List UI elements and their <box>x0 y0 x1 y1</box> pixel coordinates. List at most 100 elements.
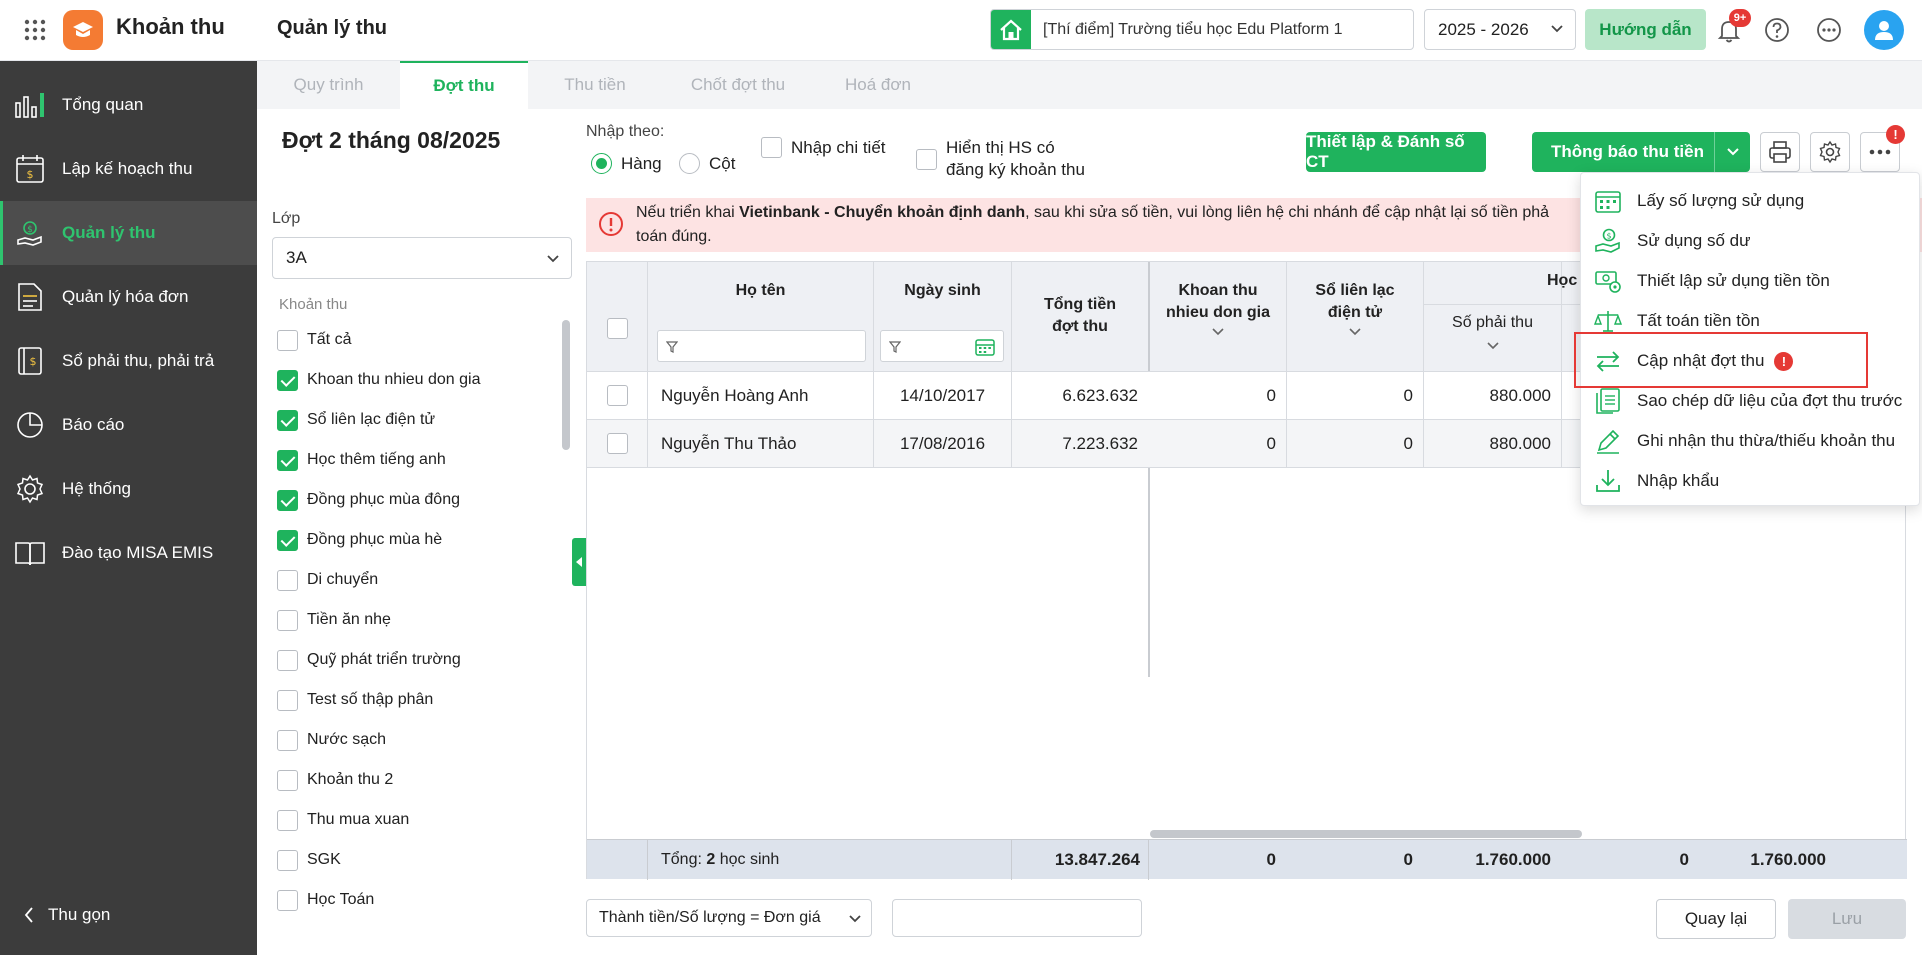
radio-row[interactable]: Hàng <box>591 153 662 174</box>
hand-money-icon: $ <box>12 215 48 251</box>
menu-item-get-quantity[interactable]: Lấy số lượng sử dụng <box>1581 181 1921 221</box>
sidebar-item-ledger[interactable]: $ Sổ phải thu, phải trả <box>0 329 257 393</box>
horizontal-scrollbar[interactable] <box>1150 830 1582 838</box>
fee-item[interactable]: Tiền ăn nhẹ <box>277 600 391 640</box>
tab-collect[interactable]: Thu tiền <box>528 61 662 109</box>
guide-button[interactable]: Hướng dẫn <box>1585 9 1706 50</box>
alert-text: Nếu triển khai Vietinbank - Chuyển khoản… <box>636 201 1549 249</box>
notify-dropdown[interactable] <box>1714 132 1750 172</box>
fee-item[interactable]: Nước sạch <box>277 720 386 760</box>
more-options-icon[interactable] <box>1815 16 1843 44</box>
caret-left-icon <box>575 557 582 567</box>
settings-button[interactable] <box>1810 132 1850 172</box>
menu-item-use-balance[interactable]: $ Sử dụng số dư <box>1581 221 1921 261</box>
menu-item-record-over-under[interactable]: Ghi nhận thu thừa/thiếu khoản thu <box>1581 421 1921 461</box>
cell-dob: 14/10/2017 <box>899 386 986 405</box>
app-grid-icon[interactable] <box>24 19 46 41</box>
cell-name: Nguyễn Hoàng Anh <box>661 386 809 405</box>
row-checkbox[interactable] <box>607 385 628 406</box>
fee-label: Di chuyển <box>307 571 379 588</box>
setup-button[interactable]: Thiết lập & Đánh số CT <box>1306 132 1486 172</box>
tab-close-batch[interactable]: Chốt đợt thu <box>662 61 814 109</box>
header-dob[interactable]: Ngày sinh <box>874 280 1011 302</box>
footer-payable: 1.760.000 <box>1475 850 1551 869</box>
sidebar: Tổng quan $ Lập kế hoạch thu $ Quản lý t… <box>0 61 257 955</box>
fee-item[interactable]: Học thêm tiếng anh <box>277 440 446 480</box>
print-button[interactable] <box>1760 132 1800 172</box>
sidebar-item-report[interactable]: Báo cáo <box>0 393 257 457</box>
tab-batch[interactable]: Đợt thu <box>400 61 528 109</box>
header-total[interactable]: Tổng tiền đợt thu <box>1012 294 1148 338</box>
menu-label: Sao chép dữ liệu của đợt thu trước <box>1637 391 1903 410</box>
cell-payable[interactable]: 880.000 <box>1424 372 1561 420</box>
fee-item[interactable]: Quỹ phát triển trường <box>277 640 461 680</box>
download-icon <box>1593 466 1623 496</box>
header-sll[interactable]: Sổ liên lạc điện tử <box>1287 280 1423 336</box>
fee-item[interactable]: Thu mua xuan <box>277 800 409 840</box>
sidebar-item-system[interactable]: Hệ thống <box>0 457 257 521</box>
name-filter-input[interactable] <box>657 330 866 362</box>
class-select[interactable]: 3A <box>272 237 572 279</box>
cell-total[interactable]: 7.223.632 <box>1012 420 1148 468</box>
cell-sll[interactable]: 0 <box>1287 372 1423 420</box>
menu-item-setup-carryover[interactable]: Thiết lập sử dụng tiền tồn <box>1581 261 1921 301</box>
help-icon[interactable] <box>1763 16 1791 44</box>
fee-item[interactable]: Học Toán <box>277 880 374 920</box>
formula-input[interactable] <box>892 899 1142 937</box>
fee-item[interactable]: Di chuyển <box>277 560 378 600</box>
notify-button[interactable]: Thông báo thu tiền <box>1532 132 1750 172</box>
sidebar-item-invoice[interactable]: Quản lý hóa đơn <box>0 265 257 329</box>
school-icon <box>991 10 1031 49</box>
table-footer: Tổng: 2 học sinh 13.847.264 0 0 1.760.00… <box>587 839 1907 880</box>
collapse-button[interactable]: Thu gọn <box>24 905 110 925</box>
fee-item[interactable]: SGK <box>277 840 341 880</box>
panel-toggle-handle[interactable] <box>572 538 586 586</box>
cell-sll[interactable]: 0 <box>1287 420 1423 468</box>
sidebar-item-training[interactable]: Đào tạo MISA EMIS <box>0 521 257 585</box>
fee-checkbox <box>277 409 298 431</box>
save-button[interactable]: Lưu <box>1788 899 1906 939</box>
fee-item[interactable]: Đồng phục mùa đông <box>277 480 460 520</box>
cell-multi[interactable]: 0 <box>1150 420 1286 468</box>
fee-label: Khoản thu 2 <box>307 771 394 788</box>
fee-item[interactable]: Test số thập phân <box>277 680 433 720</box>
sidebar-item-plan[interactable]: $ Lập kế hoạch thu <box>0 137 257 201</box>
calendar-icon[interactable] <box>975 338 995 356</box>
cash-settings-icon <box>1593 266 1623 296</box>
fee-item[interactable]: Đồng phục mùa hè <box>277 520 442 560</box>
back-button[interactable]: Quay lại <box>1656 899 1776 939</box>
fee-label: Khoan thu nhieu don gia <box>307 371 481 388</box>
year-select[interactable]: 2025 - 2026 <box>1424 9 1576 50</box>
menu-item-import[interactable]: Nhập khẩu <box>1581 461 1921 501</box>
cell-multi[interactable]: 0 <box>1150 372 1286 420</box>
row-checkbox[interactable] <box>607 433 628 454</box>
fee-scrollbar[interactable] <box>562 320 570 450</box>
tab-invoice[interactable]: Hoá đơn <box>814 61 942 109</box>
tab-workflow[interactable]: Quy trình <box>257 61 400 109</box>
detail-checkbox[interactable]: Nhập chi tiết <box>761 137 886 158</box>
sidebar-item-manage[interactable]: $ Quản lý thu <box>0 201 257 265</box>
footer-suffix: học sinh <box>719 851 780 868</box>
show-hs-checkbox[interactable]: Hiển thị HS có đăng ký khoản thu <box>916 137 1085 181</box>
fee-item[interactable]: Sổ liên lạc điện tử <box>277 400 435 440</box>
fee-item[interactable]: Khoan thu nhieu don gia <box>277 360 480 400</box>
sidebar-item-label: Hệ thống <box>62 479 131 498</box>
header-multi[interactable]: Khoan thu nhieu don gia <box>1150 280 1286 336</box>
alert-prefix: Nếu triển khai <box>636 204 740 221</box>
header-payable[interactable]: Số phải thu <box>1424 312 1561 350</box>
header-name[interactable]: Họ tên <box>648 280 873 302</box>
dob-filter-input[interactable] <box>880 330 1004 362</box>
fee-item[interactable]: Khoản thu 2 <box>277 760 393 800</box>
fee-item[interactable]: Tất cả <box>277 320 351 360</box>
sidebar-item-overview[interactable]: Tổng quan <box>0 73 257 137</box>
chevron-left-icon <box>24 907 33 923</box>
fee-label: SGK <box>307 851 341 868</box>
cell-total[interactable]: 6.623.632 <box>1012 372 1148 420</box>
input-mode-label: Nhập theo: <box>586 123 665 140</box>
cell-payable[interactable]: 880.000 <box>1424 420 1561 468</box>
radio-col[interactable]: Cột <box>679 153 735 174</box>
select-all-checkbox[interactable] <box>607 318 628 339</box>
formula-select[interactable]: Thành tiền/Số lượng = Đơn giá <box>586 899 872 937</box>
user-avatar[interactable] <box>1864 10 1904 50</box>
school-selector[interactable]: [Thí điểm] Trường tiểu học Edu Platform … <box>990 9 1414 50</box>
